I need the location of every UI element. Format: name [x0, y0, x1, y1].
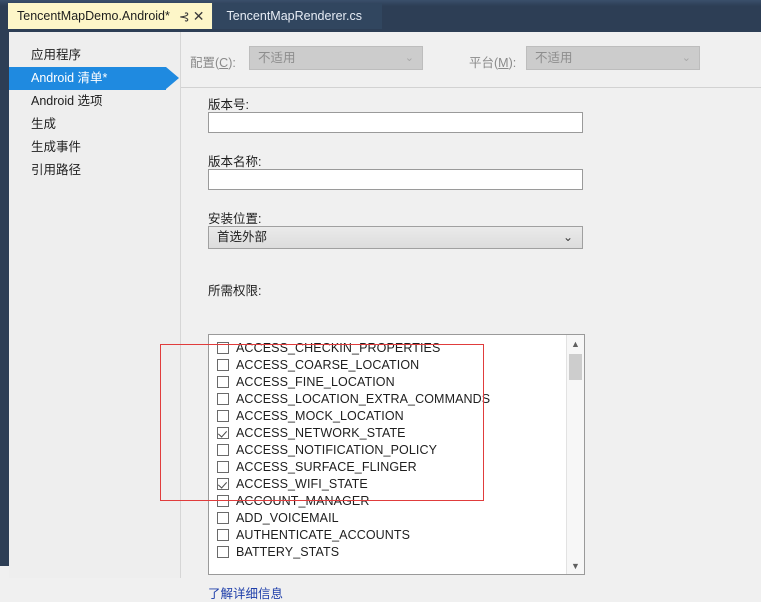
section-divider [181, 87, 761, 88]
chevron-down-icon: ⌄ [404, 52, 414, 64]
permission-label: ADD_VOICEMAIL [236, 510, 339, 525]
sidebar-item-label: 应用程序 [31, 48, 82, 62]
sidebar-item-build[interactable]: 生成 [9, 113, 180, 136]
permission-row[interactable]: ADD_VOICEMAIL [209, 509, 567, 526]
permissions-list: ACCESS_CHECKIN_PROPERTIES ACCESS_COARSE_L… [209, 339, 567, 560]
permission-checkbox[interactable] [217, 477, 229, 490]
permission-row[interactable]: BATTERY_STATS [209, 543, 567, 560]
configuration-combo[interactable]: 不适用 ⌄ [249, 46, 423, 70]
version-code-label: 版本号: [208, 98, 249, 112]
sidebar-item-label: Android 清单* [31, 71, 108, 85]
sidebar-item-label: 引用路径 [31, 163, 82, 177]
editor-tab-inactive[interactable]: TencentMapRenderer.cs [211, 3, 383, 29]
permission-label: ACCESS_FINE_LOCATION [236, 374, 395, 389]
sidebar-item-label: 生成事件 [31, 140, 82, 154]
editor-tab-active[interactable]: TencentMapDemo.Android* ⊰ ✕ [8, 3, 212, 29]
sidebar-item-application[interactable]: 应用程序 [9, 44, 180, 67]
install-location-label: 安装位置: [208, 212, 262, 226]
chevron-down-icon: ⌄ [562, 230, 573, 244]
version-name-input[interactable] [208, 169, 583, 190]
permission-label: ACCESS_LOCATION_EXTRA_COMMANDS [236, 391, 491, 406]
permission-checkbox[interactable] [217, 426, 229, 439]
permission-label: ACCOUNT_MANAGER [236, 493, 370, 508]
platform-value: 不适用 [535, 51, 573, 65]
editor-tab-title: TencentMapDemo.Android* [17, 9, 170, 23]
platform-combo[interactable]: 不适用 ⌄ [526, 46, 700, 70]
pin-icon[interactable]: ⊰ [179, 10, 190, 23]
version-code-input[interactable] [208, 112, 583, 133]
permission-label: ACCESS_SURFACE_FLINGER [236, 459, 417, 474]
permission-row[interactable]: ACCESS_COARSE_LOCATION [209, 356, 567, 373]
permission-row[interactable]: ACCOUNT_MANAGER [209, 492, 567, 509]
project-properties-designer: 应用程序 Android 清单* Android 选项 生成 生成事件 引用路径… [9, 32, 761, 601]
chevron-up-icon[interactable]: ▲ [567, 335, 584, 352]
platform-label: 平台(M): [469, 56, 517, 70]
permission-label: ACCESS_CHECKIN_PROPERTIES [236, 340, 441, 355]
permission-row[interactable]: AUTHENTICATE_ACCOUNTS [209, 526, 567, 543]
scrollbar-thumb[interactable] [569, 354, 582, 380]
permission-label: ACCESS_MOCK_LOCATION [236, 408, 404, 423]
sidebar-item-label: 生成 [31, 117, 57, 131]
permission-label: ACCESS_WIFI_STATE [236, 476, 368, 491]
sidebar-item-android-options[interactable]: Android 选项 [9, 90, 180, 113]
permission-checkbox[interactable] [217, 494, 229, 507]
permission-row[interactable]: ACCESS_CHECKIN_PROPERTIES [209, 339, 567, 356]
editor-tabstrip: TencentMapDemo.Android* ⊰ ✕ TencentMapRe… [8, 3, 383, 29]
permission-label: BATTERY_STATS [236, 544, 340, 559]
permission-label: ACCESS_COARSE_LOCATION [236, 357, 420, 372]
install-location-combo[interactable]: 首选外部 ⌄ [208, 226, 583, 249]
permission-row[interactable]: ACCESS_LOCATION_EXTRA_COMMANDS [209, 390, 567, 407]
permission-checkbox[interactable] [217, 460, 229, 473]
permissions-scrollbar[interactable]: ▲ ▼ [566, 335, 584, 574]
chevron-down-icon: ⌄ [681, 52, 691, 64]
permission-checkbox[interactable] [217, 528, 229, 541]
permission-checkbox[interactable] [217, 545, 229, 558]
permission-checkbox[interactable] [217, 392, 229, 405]
sidebar-item-build-events[interactable]: 生成事件 [9, 136, 180, 159]
sidebar-item-android-manifest[interactable]: Android 清单* [9, 67, 179, 90]
permission-label: ACCESS_NOTIFICATION_POLICY [236, 442, 438, 457]
permissions-listbox[interactable]: ACCESS_CHECKIN_PROPERTIES ACCESS_COARSE_L… [208, 334, 585, 575]
permission-checkbox[interactable] [217, 358, 229, 371]
selection-arrow-icon [166, 67, 179, 89]
permission-checkbox[interactable] [217, 443, 229, 456]
permission-checkbox[interactable] [217, 511, 229, 524]
permission-row[interactable]: ACCESS_NETWORK_STATE [209, 424, 567, 441]
sidebar-item-label: Android 选项 [31, 94, 103, 108]
permission-row[interactable]: ACCESS_NOTIFICATION_POLICY [209, 441, 567, 458]
ide-titlebar: TencentMapDemo.Android* ⊰ ✕ TencentMapRe… [0, 0, 761, 32]
configuration-value: 不适用 [258, 51, 296, 65]
permission-checkbox[interactable] [217, 341, 229, 354]
close-icon[interactable]: ✕ [193, 9, 205, 23]
permission-checkbox[interactable] [217, 375, 229, 388]
permissions-label: 所需权限: [208, 284, 262, 298]
permission-row[interactable]: ACCESS_WIFI_STATE [209, 475, 567, 492]
permission-row[interactable]: ACCESS_SURFACE_FLINGER [209, 458, 567, 475]
configuration-label: 配置(C): [190, 56, 236, 70]
version-name-label: 版本名称: [208, 155, 262, 169]
ide-left-rail [0, 32, 9, 566]
permission-checkbox[interactable] [217, 409, 229, 422]
properties-sidebar: 应用程序 Android 清单* Android 选项 生成 生成事件 引用路径 [9, 32, 181, 578]
editor-tab-title: TencentMapRenderer.cs [226, 9, 363, 23]
properties-content-pane: 配置(C): 不适用 ⌄ 平台(M): 不适用 ⌄ 版本号: 版本名称: 安装位… [181, 32, 761, 601]
configuration-row: 配置(C): 不适用 ⌄ 平台(M): 不适用 ⌄ [181, 46, 761, 76]
permission-row[interactable]: ACCESS_MOCK_LOCATION [209, 407, 567, 424]
permission-row[interactable]: ACCESS_FINE_LOCATION [209, 373, 567, 390]
permissions-learn-more-link[interactable]: 了解详细信息 [208, 583, 283, 602]
permission-label: AUTHENTICATE_ACCOUNTS [236, 527, 411, 542]
permission-label: ACCESS_NETWORK_STATE [236, 425, 406, 440]
install-location-value: 首选外部 [217, 230, 268, 244]
sidebar-item-reference-paths[interactable]: 引用路径 [9, 159, 180, 182]
